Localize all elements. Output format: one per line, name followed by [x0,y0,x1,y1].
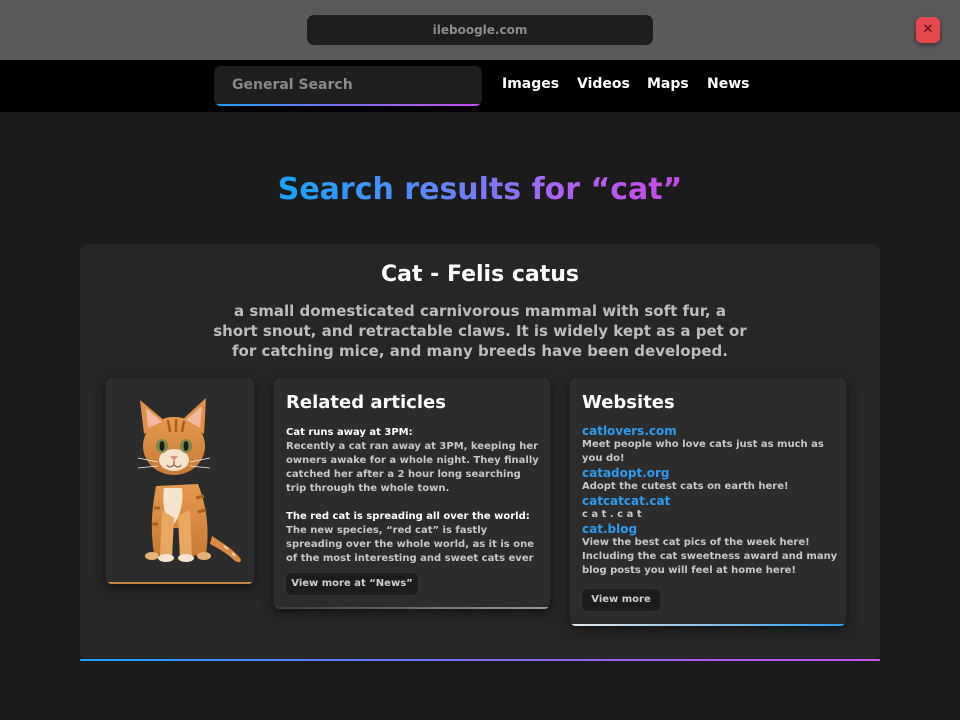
related-articles-card: Related articles Cat runs away at 3PM: R… [274,378,550,609]
search-underline [214,104,482,106]
nav-link-videos[interactable]: Videos [577,76,630,92]
article-text: Recently a cat ran away at 3PM, keeping … [286,441,539,494]
website-link[interactable]: catlovers.com [582,424,838,438]
article-headline: Cat runs away at 3PM: [286,427,413,438]
panel-description: a small domesticated carnivorous mammal … [213,302,747,360]
website-description: Adopt the cutest cats on earth here! [582,481,789,492]
website-link[interactable]: catadopt.org [582,466,838,480]
articles-list: Cat runs away at 3PM: Recently a cat ran… [286,426,542,566]
website-link[interactable]: catcatcat.cat [582,494,838,508]
nav-link-images[interactable]: Images [502,76,559,92]
site-navbar: Images Videos Maps News [0,60,960,112]
search-input[interactable] [214,66,482,104]
article-headline: The red cat is spreading all over the wo… [286,511,530,522]
websites-card-underline [570,624,846,626]
close-icon: ✕ [922,22,934,37]
article-item[interactable]: Cat runs away at 3PM: Recently a cat ran… [286,426,542,496]
website-description: Meet people who love cats just as much a… [582,439,824,464]
articles-card-underline [274,607,550,609]
knowledge-panel: Cat - Felis catus a small domesticated c… [80,244,880,661]
websites-card: Websites catlovers.com Meet people who l… [570,378,846,626]
website-description: c a t . c a t [582,509,642,520]
results-heading-text: Search results for “cat” [277,172,683,207]
close-button[interactable]: ✕ [916,17,940,43]
search-box [214,66,482,106]
image-card-underline [106,582,254,584]
address-bar[interactable]: ileboogle.com [307,15,653,45]
browser-toolbar: ileboogle.com ✕ [0,0,960,60]
nav-link-maps[interactable]: Maps [647,76,689,92]
view-more-websites-button[interactable]: View more [582,589,660,611]
panel-underline [80,659,880,661]
articles-title: Related articles [286,392,446,413]
websites-list: catlovers.com Meet people who love cats … [582,424,838,578]
website-description: View the best cat pics of the week here!… [582,537,838,576]
panel-title: Cat - Felis catus [380,262,579,287]
view-more-news-button[interactable]: View more at “News” [286,573,418,595]
websites-title: Websites [582,392,675,413]
nav-link-news[interactable]: News [707,76,749,92]
results-heading: Search results for “cat” [0,172,960,207]
kitten-image [137,398,241,563]
article-item[interactable]: The red cat is spreading all over the wo… [286,510,542,566]
article-text: The new species, “red cat” is fastly spr… [286,525,534,564]
image-card[interactable] [106,378,254,584]
website-link[interactable]: cat.blog [582,522,838,536]
